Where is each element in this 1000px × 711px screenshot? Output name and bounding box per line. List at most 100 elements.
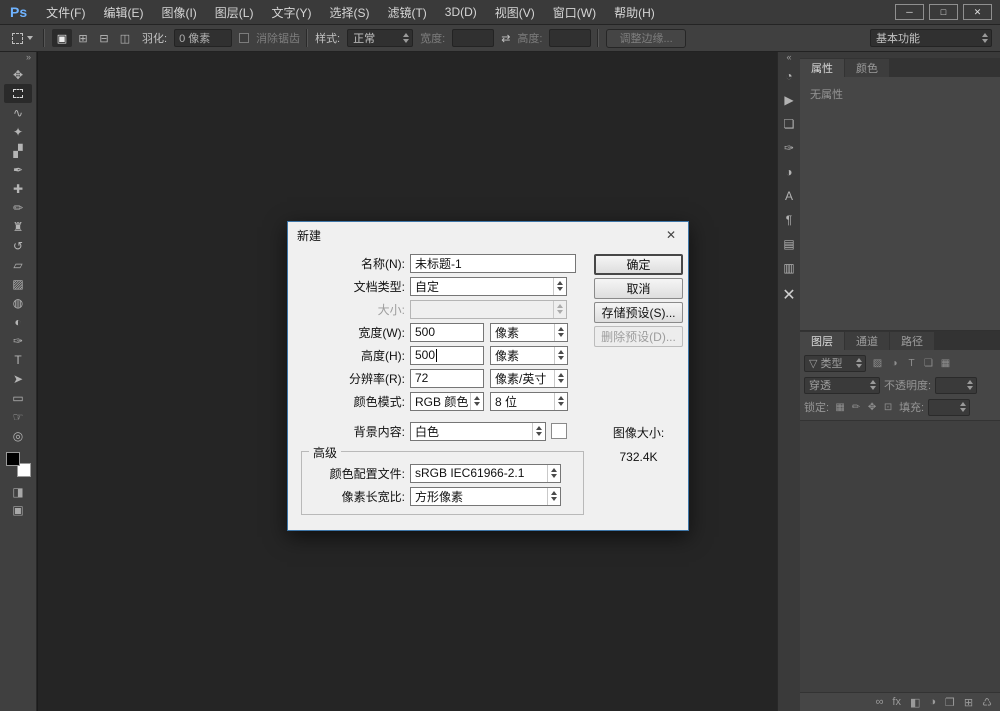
tab-channels[interactable]: 通道	[845, 332, 889, 350]
width-input[interactable]	[452, 29, 494, 47]
menu-item[interactable]: 滤镜(T)	[378, 0, 435, 24]
pixel-aspect-select[interactable]: 方形像素	[410, 487, 561, 506]
character-panel-icon[interactable]: A	[778, 184, 800, 208]
menu-item[interactable]: 选择(S)	[320, 0, 378, 24]
tab-properties[interactable]: 属性	[800, 59, 844, 77]
new-layer-icon[interactable]: ⊞	[964, 696, 973, 709]
lock-transparency-icon[interactable]: ▦	[833, 402, 847, 413]
lock-pixels-icon[interactable]: ✏	[849, 402, 863, 413]
actions-panel-icon[interactable]: ▶	[778, 88, 800, 112]
blur-tool[interactable]: ◍	[4, 293, 32, 312]
workspace-switcher[interactable]: 基本功能	[870, 29, 992, 47]
fill-select[interactable]	[928, 399, 970, 416]
lasso-tool[interactable]: ∿	[4, 103, 32, 122]
bit-depth-select[interactable]: 8 位	[490, 392, 568, 411]
add-to-selection-button[interactable]: ⊞	[73, 29, 93, 47]
new-group-icon[interactable]: ❐	[945, 696, 955, 709]
link-layers-icon[interactable]: ∞	[876, 696, 884, 708]
swap-dimensions-icon[interactable]: ⇄	[501, 32, 510, 45]
layer-filter-select[interactable]: ▽ 类型	[804, 355, 866, 372]
menu-item[interactable]: 文件(F)	[37, 0, 94, 24]
subtract-from-selection-button[interactable]: ⊟	[94, 29, 114, 47]
width-input[interactable]: 500	[410, 323, 484, 342]
filter-pixel-layers-icon[interactable]: ▨	[870, 358, 885, 369]
path-selection-tool[interactable]: ➤	[4, 369, 32, 388]
style-select[interactable]: 正常	[347, 29, 413, 47]
ok-button[interactable]: 确定	[594, 254, 683, 275]
lock-position-icon[interactable]: ✥	[865, 402, 879, 413]
delete-layer-icon[interactable]: ♺	[982, 696, 992, 709]
antialias-checkbox[interactable]	[239, 33, 249, 43]
close-panel-icon[interactable]: ✕	[778, 280, 800, 310]
clone-stamp-tool[interactable]: ♜	[4, 217, 32, 236]
minimize-button[interactable]: ─	[895, 4, 924, 20]
dock-expand-chevron-icon[interactable]: «	[786, 52, 791, 64]
filter-shape-layers-icon[interactable]: ❏	[921, 358, 936, 369]
rectangle-tool[interactable]: ▭	[4, 388, 32, 407]
color-mode-select[interactable]: RGB 颜色	[410, 392, 484, 411]
quick-mask-button[interactable]: ◨	[4, 483, 32, 501]
menu-item[interactable]: 图层(L)	[206, 0, 263, 24]
maximize-button[interactable]: □	[929, 4, 958, 20]
info-panel-icon[interactable]: ▥	[778, 256, 800, 280]
height-unit-select[interactable]: 像素	[490, 346, 568, 365]
background-select[interactable]: 白色	[410, 422, 546, 441]
gradient-tool[interactable]: ▨	[4, 274, 32, 293]
screen-mode-button[interactable]: ▣	[4, 501, 32, 519]
refine-edge-button[interactable]: 调整边缘...	[606, 29, 685, 48]
height-input[interactable]: 500	[410, 346, 484, 365]
filter-smart-objects-icon[interactable]: ▦	[938, 358, 953, 369]
menu-item[interactable]: 编辑(E)	[94, 0, 152, 24]
opacity-select[interactable]	[935, 377, 977, 394]
tool-preset-picker[interactable]	[8, 31, 37, 46]
pen-tool[interactable]: ✑	[4, 331, 32, 350]
dialog-close-icon[interactable]: ✕	[654, 222, 688, 248]
brush-tool[interactable]: ✏	[4, 198, 32, 217]
quick-selection-tool[interactable]: ✦	[4, 122, 32, 141]
layer-effects-icon[interactable]: fx	[892, 696, 901, 708]
resolution-input[interactable]: 72	[410, 369, 484, 388]
cancel-button[interactable]: 取消	[594, 278, 683, 299]
close-button[interactable]: ✕	[963, 4, 992, 20]
tab-paths[interactable]: 路径	[890, 332, 934, 350]
color-profile-select[interactable]: sRGB IEC61966-2.1	[410, 464, 561, 483]
menu-item[interactable]: 视图(V)	[486, 0, 544, 24]
save-preset-button[interactable]: 存储预设(S)...	[594, 302, 683, 323]
eraser-tool[interactable]: ▱	[4, 255, 32, 274]
adjustments-panel-icon[interactable]: ◑	[778, 160, 800, 184]
type-tool[interactable]: T	[4, 350, 32, 369]
paragraph-panel-icon[interactable]: ¶	[778, 208, 800, 232]
filter-type-layers-icon[interactable]: T	[904, 358, 919, 369]
layer-comps-panel-icon[interactable]: ▤	[778, 232, 800, 256]
filter-adjustment-layers-icon[interactable]: ◑	[887, 358, 902, 369]
menu-item[interactable]: 窗口(W)	[544, 0, 605, 24]
feather-input[interactable]: 0 像素	[174, 29, 232, 47]
name-input[interactable]: 未标题-1	[410, 254, 576, 273]
new-selection-button[interactable]: ▣	[52, 29, 72, 47]
document-type-select[interactable]: 自定	[410, 277, 567, 296]
eyedropper-tool[interactable]: ✒	[4, 160, 32, 179]
resolution-unit-select[interactable]: 像素/英寸	[490, 369, 568, 388]
clone-source-panel-icon[interactable]: ❏	[778, 112, 800, 136]
history-panel-icon[interactable]: ◔	[778, 64, 800, 88]
zoom-tool[interactable]: ◎	[4, 426, 32, 445]
intersect-selection-button[interactable]: ◫	[115, 29, 135, 47]
menu-item[interactable]: 图像(I)	[152, 0, 205, 24]
menu-item[interactable]: 帮助(H)	[605, 0, 664, 24]
spot-healing-brush-tool[interactable]: ✚	[4, 179, 32, 198]
brush-settings-panel-icon[interactable]: ✑	[778, 136, 800, 160]
dodge-tool[interactable]: ◐	[4, 312, 32, 331]
hand-tool[interactable]: ☞	[4, 407, 32, 426]
move-tool[interactable]: ✥	[4, 65, 32, 84]
adjustment-layer-icon[interactable]: ◑	[929, 696, 936, 708]
width-unit-select[interactable]: 像素	[490, 323, 568, 342]
tab-layers[interactable]: 图层	[800, 332, 844, 350]
layer-mask-icon[interactable]: ◧	[910, 696, 920, 709]
menu-item[interactable]: 文字(Y)	[262, 0, 320, 24]
blend-mode-select[interactable]: 穿透	[804, 377, 880, 394]
height-input[interactable]	[549, 29, 591, 47]
foreground-color-swatch[interactable]	[6, 452, 20, 466]
tab-color[interactable]: 颜色	[845, 59, 889, 77]
rectangular-marquee-tool[interactable]: ▢	[4, 84, 32, 103]
menu-item[interactable]: 3D(D)	[436, 0, 486, 24]
